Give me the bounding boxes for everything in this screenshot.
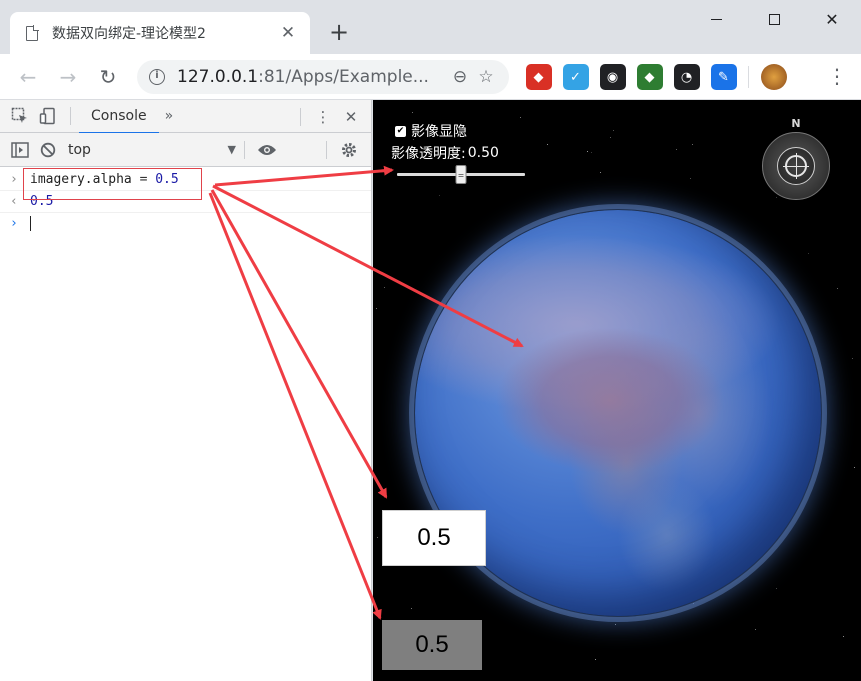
url-host: 127.0.0.1 [177, 67, 259, 87]
text-caret [30, 216, 31, 231]
ext-clock-icon[interactable]: ◔ [673, 64, 700, 90]
maximize-icon [768, 13, 780, 25]
browser-toolbar: ← → ↻ i 127.0.0.1:81/Apps/Example... ⊖ ☆… [0, 54, 861, 100]
devtools-tabbar: Console » ⋮ ✕ [0, 100, 371, 134]
new-tab-button[interactable]: + [326, 17, 352, 47]
address-bar[interactable]: i 127.0.0.1:81/Apps/Example... ⊖ ☆ [137, 60, 509, 94]
tab-title: 数据双向绑定-理论模型2 [52, 26, 206, 42]
globe-viewer[interactable]: ✔ 影像显隐 影像透明度: 0.50 N 0.5 0.5 [373, 100, 861, 681]
window-controls: ✕ [687, 0, 861, 38]
tab-close-button[interactable]: ✕ [278, 23, 298, 43]
toolbar-divider [244, 140, 245, 159]
bound-value-display: 0.5 [382, 620, 482, 670]
ext-glasses-icon[interactable]: ◉ [599, 64, 626, 90]
show-imagery-label: 影像显隐 [411, 124, 467, 140]
command-highlight-box [23, 168, 202, 200]
ext-red-icon[interactable]: ◆ [525, 64, 552, 90]
bookmark-star-icon[interactable]: ☆ [473, 67, 499, 87]
profile-avatar[interactable] [760, 64, 787, 90]
extensions-area: ◆ ✓ ◉ ◆ ◔ ✎ [520, 54, 792, 100]
device-toolbar-icon[interactable] [34, 102, 62, 130]
compass-north-label: N [791, 117, 801, 130]
url-path: :81/Apps/Example... [258, 67, 429, 87]
maximize-button[interactable] [745, 0, 803, 38]
document-icon [26, 25, 39, 41]
show-imagery-row[interactable]: ✔ 影像显隐 [395, 120, 525, 142]
back-button[interactable]: ← [8, 57, 48, 97]
browser-menu-button[interactable]: ⋮ [827, 65, 847, 87]
clear-console-icon[interactable] [34, 136, 62, 164]
minimize-icon [710, 18, 722, 20]
context-selector[interactable]: top ▼ [68, 142, 236, 158]
prompt-chevron-icon: › [10, 216, 18, 231]
devtools-menu-icon[interactable]: ⋮ [309, 103, 337, 131]
ext-gem-icon[interactable]: ◆ [636, 64, 663, 90]
toolbar-divider [326, 140, 327, 159]
tab-console[interactable]: Console [79, 100, 159, 134]
devtools-right-controls: ⋮ ✕ [292, 100, 365, 133]
extension-divider [748, 66, 749, 88]
reload-button[interactable]: ↻ [88, 57, 128, 97]
imagery-control-panel: ✔ 影像显隐 影像透明度: 0.50 [391, 120, 525, 185]
close-window-button[interactable]: ✕ [803, 0, 861, 38]
result-chevron-icon: ‹ [10, 194, 18, 209]
zoom-icon[interactable]: ⊖ [447, 67, 473, 87]
alpha-row: 影像透明度: 0.50 [391, 142, 525, 164]
tab-active[interactable]: 数据双向绑定-理论模型2 ✕ [10, 12, 310, 54]
ext-vivaldi-icon[interactable]: ✓ [562, 64, 589, 90]
toolbar-divider [70, 107, 71, 125]
alpha-slider[interactable] [395, 165, 525, 185]
ext-edit-icon[interactable]: ✎ [710, 64, 737, 90]
sidebar-toggle-icon[interactable] [6, 136, 34, 164]
alpha-value: 0.50 [467, 145, 499, 161]
alpha-label: 影像透明度: [391, 146, 466, 162]
forward-button[interactable]: → [48, 57, 88, 97]
toolbar-divider [300, 107, 301, 126]
show-imagery-checkbox[interactable]: ✔ [395, 125, 406, 137]
alpha-slider-thumb[interactable] [455, 165, 467, 184]
info-icon[interactable]: i [149, 69, 165, 85]
more-tabs-button[interactable]: » [165, 108, 174, 124]
dropdown-arrow-icon: ▼ [227, 143, 236, 156]
navigation-compass[interactable]: N [762, 117, 830, 200]
title-bar: 数据双向绑定-理论模型2 ✕ + ✕ [0, 0, 861, 54]
live-expression-eye-icon[interactable] [253, 136, 281, 164]
console-settings-gear-icon[interactable] [335, 136, 363, 164]
context-value: top [68, 141, 91, 158]
console-toolbar: top ▼ [0, 133, 371, 167]
url-text[interactable]: 127.0.0.1:81/Apps/Example... [177, 67, 447, 87]
bound-value-input[interactable]: 0.5 [382, 510, 486, 566]
devtools-close-icon[interactable]: ✕ [337, 103, 365, 131]
inspect-element-icon[interactable] [6, 102, 34, 130]
compass-crosshair-v [796, 153, 797, 179]
input-chevron-icon: › [10, 172, 18, 187]
minimize-button[interactable] [687, 0, 745, 38]
console-prompt[interactable]: › [0, 213, 371, 235]
